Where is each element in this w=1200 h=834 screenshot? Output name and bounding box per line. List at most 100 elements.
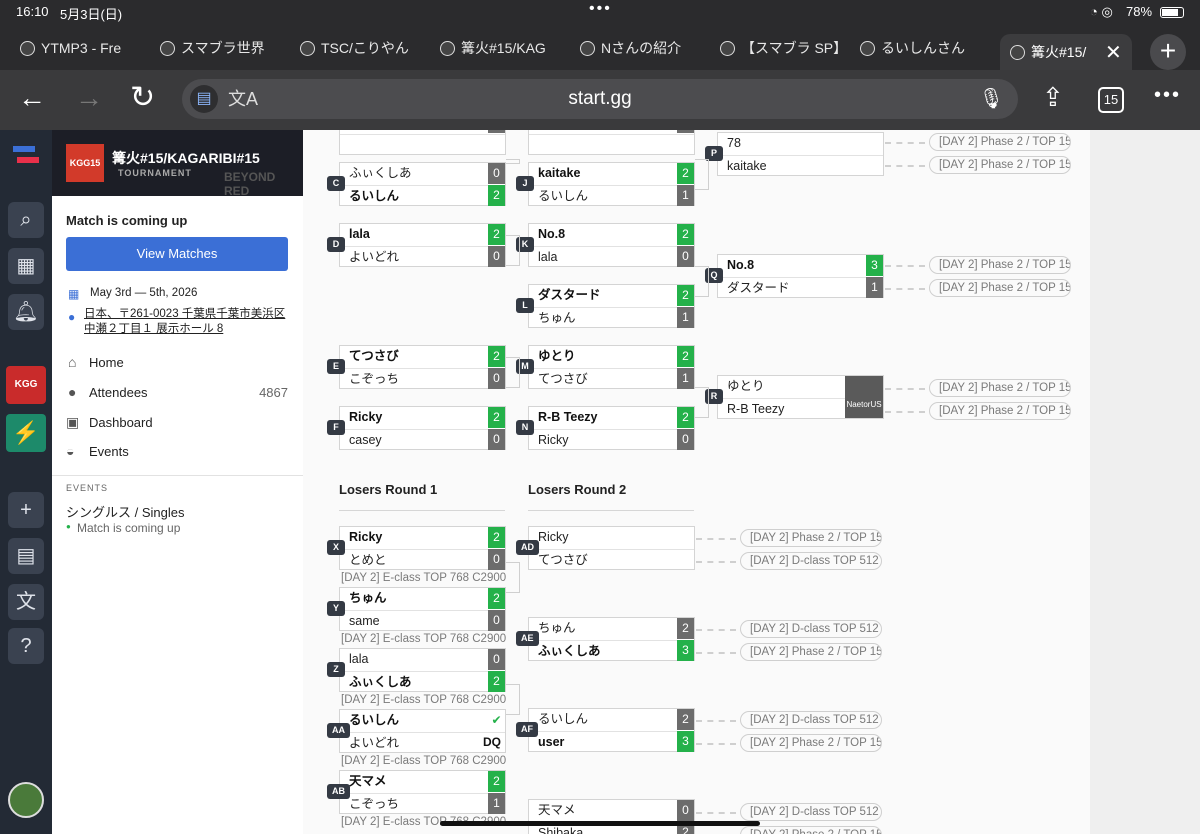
stream-badge[interactable]: NaetorUS — [845, 376, 883, 418]
next-phase-pill[interactable]: [DAY 2] D-class TOP 512 C — [740, 711, 882, 729]
dashboard-icon: ▣ — [66, 414, 80, 430]
next-phase-pill[interactable]: [DAY 2] Phase 2 / TOP 153 — [929, 256, 1071, 274]
match-set[interactable]: No.8 3 ダスタード 1 — [717, 254, 884, 298]
globe-icon — [860, 40, 875, 56]
player-row: ちゅん — [529, 307, 694, 329]
match-set[interactable]: ダスタード 2 ちゅん 1 — [528, 284, 695, 328]
match-set[interactable]: No.8 2 lala 0 — [528, 223, 695, 267]
match-set[interactable]: ゆとり 2 てつさび 1 — [528, 345, 695, 389]
menu-icon[interactable]: ••• — [1154, 84, 1181, 107]
match-set[interactable]: Ricky 2 casey 0 — [339, 406, 506, 450]
forward-icon[interactable]: → — [75, 82, 103, 114]
tab-3[interactable]: TSC/こりやん — [300, 34, 424, 62]
set-id-label: J — [516, 176, 534, 191]
match-set[interactable]: lala 2 よいどれ 0 — [339, 223, 506, 267]
tab-active[interactable]: 篝火#15/ ✕ — [1000, 34, 1132, 70]
nav-attendees[interactable]: ● Attendees 4867 — [52, 382, 303, 412]
event-status: Match is coming up — [77, 521, 181, 535]
tab-label: TSC/こりやん — [321, 40, 409, 56]
reader-icon[interactable]: ▤ — [190, 85, 218, 113]
next-phase-pill[interactable]: [DAY 2] D-class TOP 512 C — [740, 620, 882, 638]
translate-icon[interactable]: 文A — [228, 79, 258, 119]
tournament-title[interactable]: 篝火#15/KAGARIBI#15 — [112, 148, 260, 168]
language-icon[interactable]: 文 — [8, 584, 44, 620]
close-icon[interactable]: ✕ — [1105, 40, 1122, 65]
next-phase-pill[interactable]: [DAY 2] Phase 2 / TOP 153 — [740, 529, 882, 547]
next-phase-pill[interactable]: [DAY 2] Phase 2 / TOP 153 — [929, 279, 1071, 297]
tab-7[interactable]: るいしんさん — [860, 34, 984, 62]
next-phase-pill[interactable]: [DAY 2] Phase 2 / TOP 153 — [740, 734, 882, 752]
match-set[interactable]: 天マメ 2 こぞっち 1 — [339, 770, 506, 814]
tab-4[interactable]: 篝火#15/KAG — [440, 34, 564, 62]
startgg-logo[interactable] — [13, 142, 39, 168]
search-icon[interactable]: ⌕ — [8, 202, 44, 238]
match-set[interactable]: user0 — [528, 130, 695, 155]
match-set[interactable]: ちゅん 2 same 0 — [339, 587, 506, 631]
next-phase-pill[interactable]: [DAY 2] Phase 2 / TOP 153 — [929, 379, 1071, 397]
more-dots-icon[interactable]: ••• — [589, 0, 612, 18]
nav-home[interactable]: ⌂ Home — [52, 352, 303, 382]
next-phase-pill[interactable]: [DAY 2] D-class TOP 512 C — [740, 552, 882, 570]
user-avatar[interactable] — [8, 782, 44, 818]
event-link[interactable]: シングルス / Singles — [66, 502, 184, 521]
view-matches-button[interactable]: View Matches — [66, 237, 288, 271]
store-icon[interactable]: ▤ — [8, 538, 44, 574]
help-icon[interactable]: ? — [8, 628, 44, 664]
player-row: same — [340, 610, 505, 632]
match-set[interactable]: R-B Teezy 2 Ricky 0 — [528, 406, 695, 450]
back-icon[interactable]: ← — [18, 82, 46, 114]
tab-label: 篝火#15/ — [1031, 44, 1087, 60]
score-box: ✔ — [491, 713, 502, 727]
score-box: 2 — [488, 588, 505, 609]
status-dot: ● — [66, 522, 71, 531]
status-time: 16:10 — [16, 4, 49, 19]
match-set[interactable]: るいしん ✔ よいどれ DQ — [339, 709, 506, 753]
dashed-connector — [696, 652, 736, 654]
globe-icon — [440, 40, 455, 56]
address-bar[interactable]: ▤ 文A start.gg 🎙 — [182, 79, 1018, 119]
match-set[interactable]: same0 — [339, 130, 506, 155]
reload-icon[interactable]: ↻ — [130, 80, 155, 115]
match-set[interactable]: 天マメ 0 Shibaka... 2 — [528, 799, 695, 834]
match-set[interactable]: Ricky てつさび — [528, 526, 695, 570]
match-set[interactable]: Ricky 2 とめと 0 — [339, 526, 506, 570]
tab-1[interactable]: YTMP3 - Fre — [20, 34, 144, 62]
match-set[interactable]: ちゅん 2 ふぃくしあ 3 — [528, 617, 695, 661]
banner-text: BEYOND RED — [224, 170, 276, 198]
calendar-icon[interactable]: ▦ — [8, 248, 44, 284]
tab-count-button[interactable]: 15 — [1098, 87, 1124, 113]
match-set[interactable]: ふぃくしあ 0 るいしん 2 — [339, 162, 506, 206]
score-box: 1 — [488, 793, 505, 814]
losers-round-2-header: Losers Round 2 — [528, 482, 627, 497]
nav-events[interactable]: ◒ Events — [52, 441, 303, 471]
next-phase-pill[interactable]: [DAY 2] Phase 2 / TOP 153 — [929, 156, 1071, 174]
league-avatar[interactable]: ⚡ — [6, 414, 46, 452]
match-set[interactable]: ゆとり R-B Teezy NaetorUS — [717, 375, 884, 419]
venue-address-2[interactable]: 中瀬２丁目１ 展示ホール 8 — [84, 320, 223, 336]
microphone-icon[interactable]: 🎙 — [979, 79, 1004, 119]
score-box: 0 — [488, 368, 505, 389]
match-set[interactable]: lala 0 ふぃくしあ 2 — [339, 648, 506, 692]
player-row: ふぃくしあ — [340, 671, 505, 693]
share-icon[interactable]: ⇪ — [1042, 82, 1064, 113]
match-set[interactable]: るいしん 2 user 3 — [528, 708, 695, 752]
tab-6[interactable]: 【スマブラ SP】 — [720, 34, 844, 62]
next-phase-pill[interactable]: [DAY 2] Phase 2 / TOP 153 — [929, 402, 1071, 420]
globe-icon — [580, 40, 595, 56]
match-set[interactable]: 78 kaitake — [717, 132, 884, 176]
next-phase-pill[interactable]: [DAY 2] Phase 2 / TOP 153 — [740, 826, 882, 834]
set-id-label: Y — [327, 601, 345, 616]
bell-icon[interactable]: 🔔︎ — [8, 294, 44, 330]
match-set[interactable]: てつさび 2 こぞっち 0 — [339, 345, 506, 389]
tournament-avatar[interactable]: KGG — [6, 366, 46, 404]
next-phase-pill[interactable]: [DAY 2] D-class TOP 512 C — [740, 803, 882, 821]
venue-address-1[interactable]: 日本、〒261-0023 千葉県千葉市美浜区 — [84, 305, 285, 321]
plus-icon[interactable]: + — [8, 492, 44, 528]
match-set[interactable]: kaitake 2 るいしん 1 — [528, 162, 695, 206]
nav-dashboard[interactable]: ▣ Dashboard — [52, 412, 303, 442]
tab-2[interactable]: スマブラ世界 — [160, 34, 284, 62]
next-phase-pill[interactable]: [DAY 2] Phase 2 / TOP 153 — [929, 133, 1071, 151]
new-tab-button[interactable]: + — [1150, 34, 1186, 70]
tab-5[interactable]: Nさんの紹介 — [580, 34, 704, 62]
next-phase-pill[interactable]: [DAY 2] Phase 2 / TOP 153 — [740, 643, 882, 661]
